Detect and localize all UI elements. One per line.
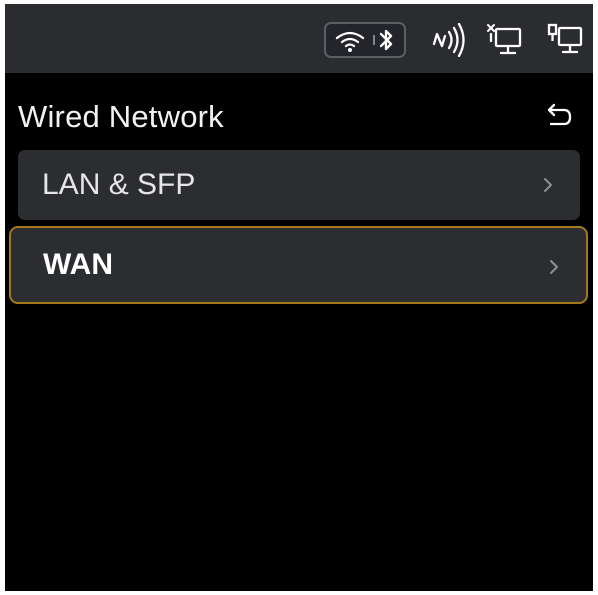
chevron-right-icon — [550, 260, 558, 274]
menu-item-label: WAN — [43, 248, 113, 281]
bluetooth-icon — [373, 29, 393, 51]
page-title: Wired Network — [18, 99, 224, 134]
chevron-right-icon — [544, 178, 552, 192]
nfc-icon — [432, 23, 465, 57]
wired-network-screen: Wired Network LAN & SFP WAN — [5, 4, 593, 591]
back-button[interactable] — [538, 99, 582, 137]
menu-item-wan[interactable]: WAN — [9, 226, 588, 304]
menu-item-lan-sfp[interactable]: LAN & SFP — [18, 150, 580, 220]
network-port-connected-icon — [547, 23, 583, 54]
status-bar — [5, 4, 593, 73]
wifi-bluetooth-status — [324, 22, 406, 58]
page-header: Wired Network — [5, 73, 593, 147]
menu-item-label: LAN & SFP — [42, 168, 196, 201]
wifi-icon — [335, 31, 365, 52]
back-arrow-icon — [547, 103, 572, 126]
network-port-disconnected-icon — [487, 24, 522, 55]
